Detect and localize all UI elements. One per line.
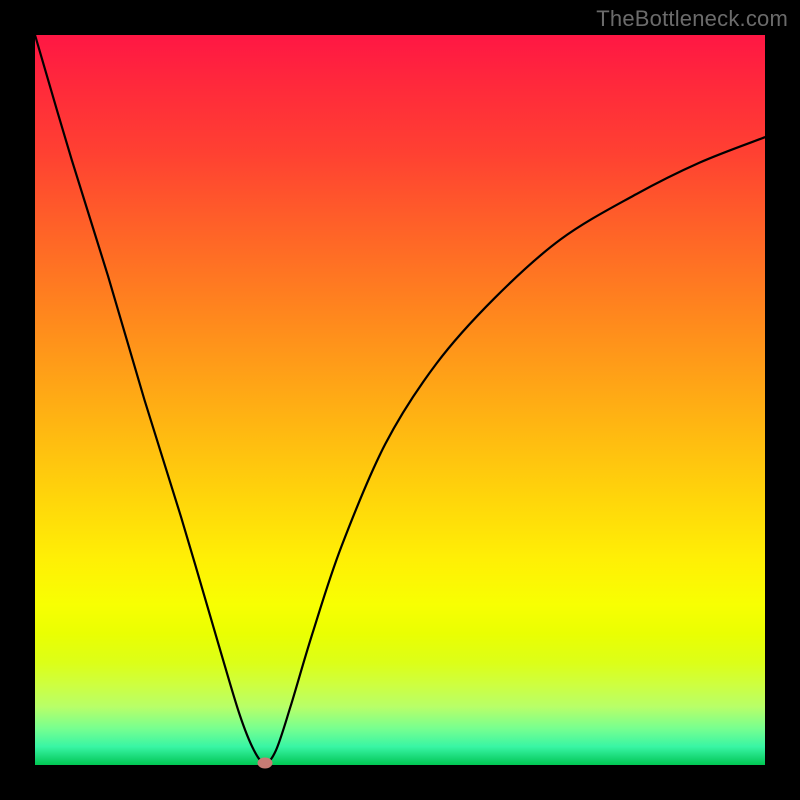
bottleneck-curve xyxy=(35,35,765,763)
chart-frame: TheBottleneck.com xyxy=(0,0,800,800)
watermark-text: TheBottleneck.com xyxy=(596,6,788,32)
curve-svg xyxy=(35,35,765,765)
optimal-point-marker xyxy=(257,757,272,768)
plot-area xyxy=(35,35,765,765)
